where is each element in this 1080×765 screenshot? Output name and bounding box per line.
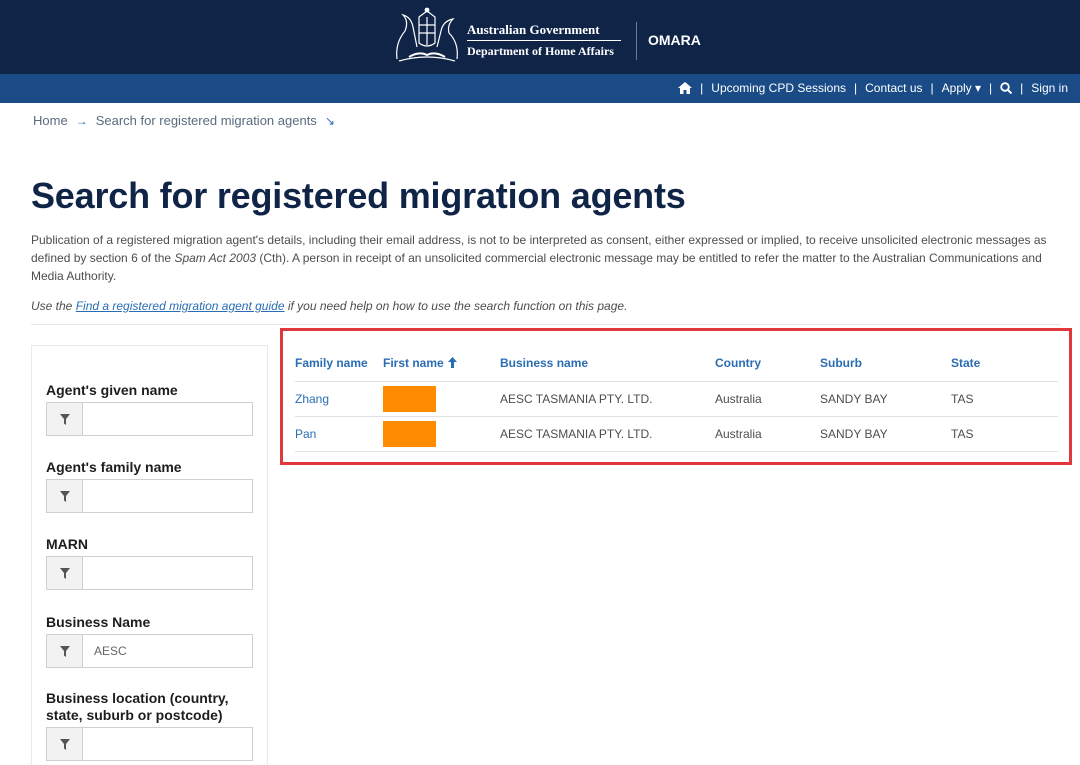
cell-first-name [383,381,500,417]
marn-input[interactable] [84,557,252,589]
filter-label-given-name: Agent's given name [46,382,178,398]
sign-in-link[interactable]: Sign in [1031,81,1068,95]
business-location-input[interactable] [84,728,252,760]
divider [31,324,1061,325]
table-row[interactable]: Zhang AESC TASMANIA PTY. LTD. Australia … [295,381,1058,417]
cell-country: Australia [715,381,820,417]
filter-given-name [46,402,253,436]
results-table: Family name First name Business name Cou… [295,345,1058,452]
cell-state: TAS [951,416,1058,452]
guide-text: Use the Find a registered migration agen… [31,299,628,313]
filter-panel: Agent's given name Agent's family name M… [31,345,268,765]
cell-suburb: SANDY BAY [820,381,951,417]
col-state[interactable]: State [951,345,1058,382]
cell-suburb: SANDY BAY [820,416,951,452]
filter-icon[interactable] [47,403,83,435]
given-name-input[interactable] [84,403,252,435]
arrow-down-right-icon[interactable]: ↘ [325,114,335,128]
filter-business-location [46,727,253,761]
cell-business-name: AESC TASMANIA PTY. LTD. [500,416,715,452]
cell-business-name: AESC TASMANIA PTY. LTD. [500,381,715,417]
filter-marn [46,556,253,590]
cell-family-name[interactable]: Pan [295,416,383,452]
filter-label-family-name: Agent's family name [46,459,182,475]
chevron-down-icon: ▾ [975,81,982,95]
breadcrumb-home[interactable]: Home [33,113,68,128]
nav-cpd-sessions[interactable]: Upcoming CPD Sessions [711,81,846,95]
col-first-name[interactable]: First name [383,345,500,382]
header-divider [636,22,637,60]
business-name-input[interactable] [84,635,252,667]
arrow-right-icon: → [75,113,88,128]
department-name: Department of Home Affairs [467,44,614,58]
cell-family-name[interactable]: Zhang [295,381,383,417]
cell-first-name [383,416,500,452]
site-header: Australian Government Department of Home… [0,0,1080,74]
breadcrumb: Home → Search for registered migration a… [33,113,335,128]
page-title: Search for registered migration agents [31,175,686,216]
filter-label-marn: MARN [46,536,88,552]
filter-icon[interactable] [47,728,83,760]
col-suburb[interactable]: Suburb [820,345,951,382]
sort-up-icon [447,356,457,368]
filter-label-business-name: Business Name [46,614,151,630]
table-row[interactable]: Pan AESC TASMANIA PTY. LTD. Australia SA… [295,416,1058,452]
col-business-name[interactable]: Business name [500,345,715,382]
nav-apply-menu[interactable]: Apply ▾ [942,81,981,95]
family-name-input[interactable] [84,480,252,512]
col-country[interactable]: Country [715,345,820,382]
breadcrumb-current: Search for registered migration agents [95,113,317,128]
intro-text: Publication of a registered migration ag… [31,233,1047,283]
redaction-block [383,420,436,447]
utility-nav: | Upcoming CPD Sessions | Contact us | A… [0,74,1080,103]
col-family-name[interactable]: Family name [295,345,383,382]
filter-icon[interactable] [47,480,83,512]
filter-icon[interactable] [47,635,83,667]
filter-icon[interactable] [47,557,83,589]
table-header-row: Family name First name Business name Cou… [295,345,1058,382]
filter-business-name [46,634,253,668]
home-icon[interactable] [678,82,693,94]
cell-country: Australia [715,416,820,452]
guide-link[interactable]: Find a registered migration agent guide [76,299,285,313]
redaction-block [383,385,436,412]
search-icon[interactable] [1000,82,1013,94]
cell-state: TAS [951,381,1058,417]
nav-contact-us[interactable]: Contact us [865,81,922,95]
app-name[interactable]: OMARA [648,32,701,48]
gov-name: Australian Government [467,22,621,41]
coat-of-arms-logo [396,7,458,62]
filter-family-name [46,479,253,513]
filter-label-business-location: Business location (country, state, subur… [46,690,229,723]
nav-apply-label: Apply [941,81,972,95]
